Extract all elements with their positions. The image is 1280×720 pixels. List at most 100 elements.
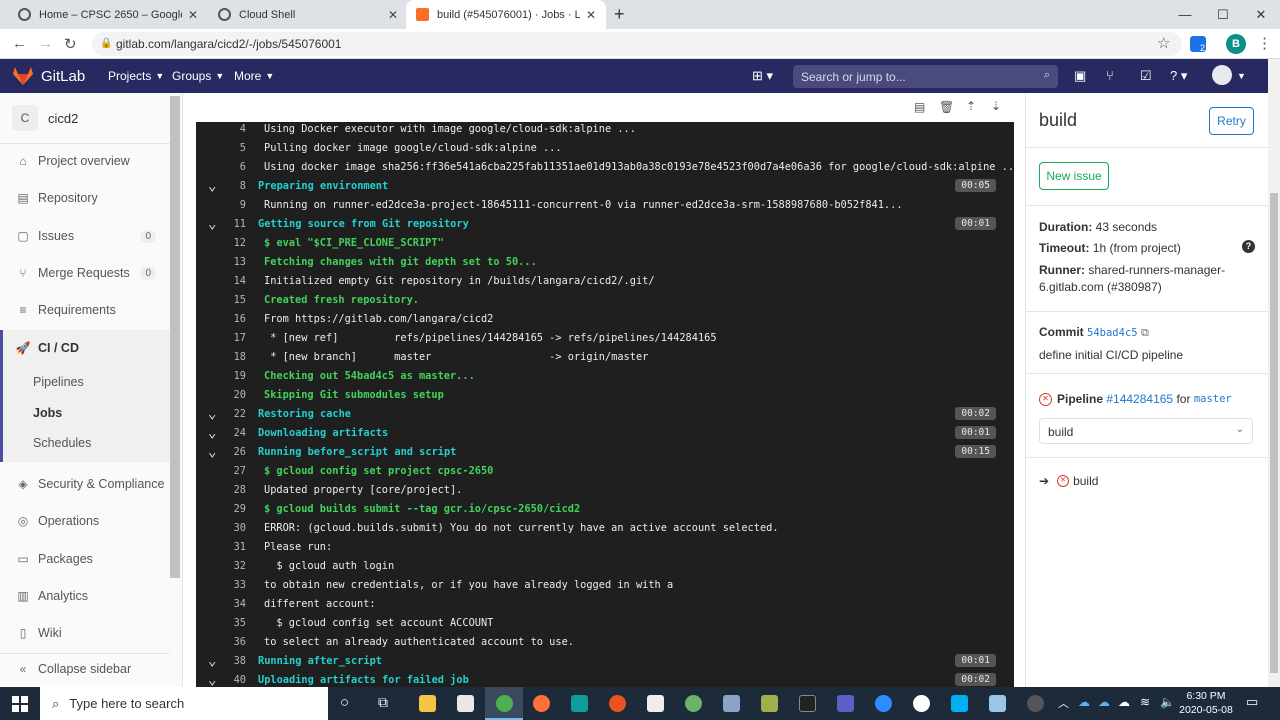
maximize-icon[interactable]: ☐ [1204,0,1242,29]
chevron-down-icon[interactable]: ⌄ [208,178,216,194]
url-bar[interactable]: 🔒 gitlab.com/langara/cicd2/-/jobs/545076… [92,32,1182,56]
windows-start-icon[interactable] [12,696,28,712]
chevron-down-icon[interactable]: ⌄ [208,425,216,441]
issues-icon[interactable]: ▣ [1074,68,1086,84]
forward-icon[interactable]: → [38,35,53,52]
log-line-number[interactable]: 36 [222,636,246,648]
sidebar-item-operations[interactable]: ◎ Operations [0,504,170,538]
groups-menu[interactable]: Groups ▼ [172,59,224,93]
browser-tab-1[interactable]: Home – CPSC 2650 – Google Clo ✕ [8,0,208,29]
project-avatar[interactable]: C [12,105,38,131]
close-tab-icon[interactable]: ✕ [388,8,398,22]
plus-square-icon[interactable]: ⊞ ▾ [752,68,773,84]
log-line-number[interactable]: 20 [222,389,246,401]
scroll-to-bottom-icon[interactable]: ⇣ [991,99,1001,113]
reload-icon[interactable]: ↻ [64,35,77,53]
remote-desktop-icon[interactable] [723,695,740,712]
chat-app-icon[interactable] [913,695,930,712]
wifi-icon[interactable]: ≋ [1140,695,1150,709]
collapse-sidebar-button[interactable]: « Collapse sidebar [0,652,170,686]
cloud-icon[interactable]: ☁ [1118,695,1130,709]
obs-icon[interactable] [1027,695,1044,712]
log-line-number[interactable]: 34 [222,598,246,610]
sidebar-sub-pipelines[interactable]: Pipelines [33,375,84,389]
log-line-number[interactable]: 32 [222,560,246,572]
firefox-icon[interactable] [533,695,550,712]
log-line-number[interactable]: 11 [222,218,246,230]
log-line-number[interactable]: 4 [222,123,246,135]
mail-app-icon[interactable] [571,695,588,712]
job-list-item[interactable]: ➔ ✕ build [1039,474,1098,488]
log-line-number[interactable]: 27 [222,465,246,477]
scroll-to-top-icon[interactable]: ⇡ [966,99,976,113]
chevron-down-icon[interactable]: ⌄ [208,216,216,232]
log-line-number[interactable]: 14 [222,275,246,287]
job-log[interactable]: 4 Using Docker executor with image google… [196,122,1014,687]
notifications-icon[interactable]: ▭ [1246,694,1258,710]
scrollbar-thumb[interactable] [1270,193,1278,673]
erase-log-icon[interactable]: 🗑 [939,100,954,114]
log-line-number[interactable]: 28 [222,484,246,496]
teams-icon[interactable] [837,695,854,712]
log-line-number[interactable]: 33 [222,579,246,591]
log-line-number[interactable]: 5 [222,142,246,154]
notepad-icon[interactable] [989,695,1006,712]
zoom-icon[interactable] [875,695,892,712]
log-line-number[interactable]: 13 [222,256,246,268]
log-line-number[interactable]: 15 [222,294,246,306]
sidebar-item-security[interactable]: ◈ Security & Compliance [0,467,170,501]
close-tab-icon[interactable]: ✕ [586,8,596,22]
log-section-header[interactable]: ⌄ 24 Downloading artifacts 00:01 [196,423,1014,442]
log-line-number[interactable]: 24 [222,427,246,439]
close-tab-icon[interactable]: ✕ [188,8,198,22]
sidebar-item-packages[interactable]: ▭ Packages [0,542,170,576]
sidebar-item-issues[interactable]: ▢ Issues 0 [0,219,170,253]
close-window-icon[interactable]: ✕ [1242,0,1280,29]
chevron-down-icon[interactable]: ⌄ [208,653,216,669]
sidebar-item-project-overview[interactable]: ⌂ Project overview [0,144,170,178]
clock[interactable]: 6:30 PM 2020-05-08 [1176,689,1236,717]
log-line-number[interactable]: 22 [222,408,246,420]
log-section-header[interactable]: ⌄ 26 Running before_script and script 00:15 [196,442,1014,461]
merge-request-icon[interactable]: ⑂ [1106,68,1114,83]
log-line-number[interactable]: 8 [222,180,246,192]
sidebar-item-wiki[interactable]: ▯ Wiki [0,616,170,650]
log-line-number[interactable]: 31 [222,541,246,553]
log-line-number[interactable]: 16 [222,313,246,325]
sidebar-item-merge-requests[interactable]: ⑂ Merge Requests 0 [0,256,170,290]
terminal-icon[interactable] [799,695,816,712]
log-line-number[interactable]: 9 [222,199,246,211]
extension-icon[interactable]: 2 [1190,36,1206,53]
commit-sha-link[interactable]: 54bad4c5 [1087,327,1138,339]
project-name[interactable]: cicd2 [48,111,78,126]
chrome-menu-icon[interactable]: ⋮ [1257,34,1272,52]
git-icon[interactable] [761,695,778,712]
log-line-number[interactable]: 17 [222,332,246,344]
todo-icon[interactable]: ☑ [1140,68,1152,84]
sidebar-scrollbar[interactable] [170,96,180,578]
sidebar-sub-jobs[interactable]: Jobs [33,406,62,420]
back-icon[interactable]: ← [12,35,27,52]
log-section-header[interactable]: ⌄ 11 Getting source from Git repository 00:… [196,214,1014,233]
help-icon[interactable]: ? ▾ [1170,68,1187,84]
log-section-header[interactable]: ⌄ 40 Uploading artifacts for failed job 00:… [196,670,1014,687]
log-line-number[interactable]: 35 [222,617,246,629]
profile-avatar[interactable]: B [1226,34,1246,54]
log-line-number[interactable]: 40 [222,674,246,686]
log-section-header[interactable]: ⌄ 22 Restoring cache 00:02 [196,404,1014,423]
ubuntu-icon[interactable] [609,695,626,712]
gitlab-logo[interactable]: GitLab [12,59,85,93]
onedrive-icon[interactable]: ☁ [1078,695,1090,709]
task-view-icon[interactable]: ⧉ [378,694,388,711]
branch-link[interactable]: master [1194,393,1232,405]
chevron-down-icon[interactable]: ⌄ [208,406,216,422]
log-line-number[interactable]: 6 [222,161,246,173]
minimize-icon[interactable]: — [1166,0,1204,29]
log-line-number[interactable]: 18 [222,351,246,363]
onedrive-icon-2[interactable]: ☁ [1098,695,1110,709]
chevron-down-icon[interactable]: ⌄ [208,672,216,688]
log-section-header[interactable]: ⌄ 8 Preparing environment 00:05 [196,176,1014,195]
log-section-header[interactable]: ⌄ 38 Running after_script 00:01 [196,651,1014,670]
new-tab-button[interactable]: + [614,4,625,25]
more-menu[interactable]: More ▼ [234,59,274,93]
